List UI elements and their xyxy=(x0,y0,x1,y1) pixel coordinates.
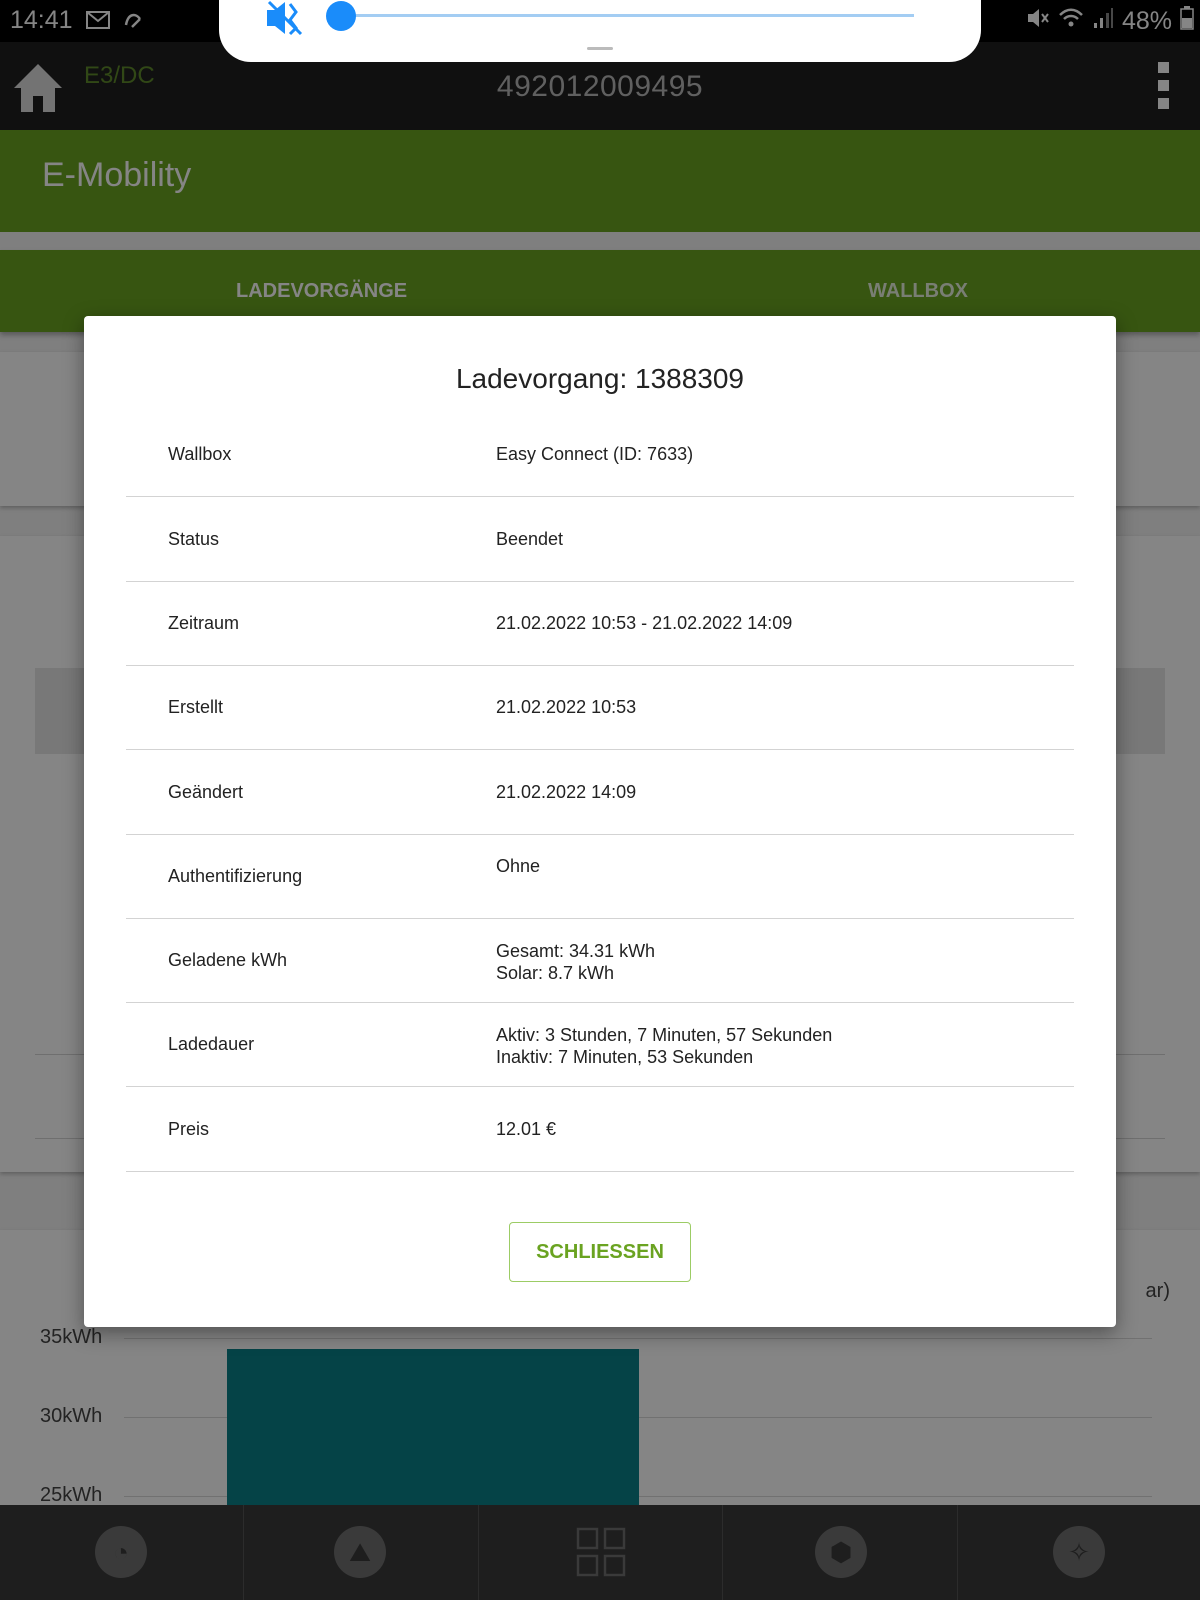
detail-value: 21.02.2022 10:53 - 21.02.2022 14:09 xyxy=(496,612,793,633)
detail-row-preis: Preis 12.01 € xyxy=(126,1087,1074,1172)
detail-value-line: Inaktiv: 7 Minuten, 53 Sekunden xyxy=(496,1047,754,1067)
detail-label: Ladedauer xyxy=(168,1033,255,1054)
dialog-title: Ladevorgang: 1388309 xyxy=(455,363,745,394)
detail-row-authentifizierung: Authentifizierung Ohne xyxy=(126,834,1074,919)
detail-value: 21.02.2022 14:09 xyxy=(496,781,637,802)
volume-panel xyxy=(219,0,981,62)
detail-label: Geändert xyxy=(168,781,244,802)
detail-row-status: Status Beendet xyxy=(126,497,1074,582)
detail-value: Beendet xyxy=(496,528,564,549)
detail-label: Geladene kWh xyxy=(168,949,288,970)
detail-value: Gesamt: 34.31 kWh Solar: 8.7 kWh xyxy=(496,940,655,984)
detail-row-erstellt: Erstellt 21.02.2022 10:53 xyxy=(126,665,1074,750)
detail-row-ladedauer: Ladedauer Aktiv: 3 Stunden, 7 Minuten, 5… xyxy=(126,1002,1074,1087)
detail-value-line: Aktiv: 3 Stunden, 7 Minuten, 57 Sekunden xyxy=(496,1025,833,1045)
vibrate-mute-icon[interactable] xyxy=(265,0,305,36)
detail-value: 12.01 € xyxy=(496,1118,557,1139)
detail-value-line: Solar: 8.7 kWh xyxy=(496,963,615,983)
detail-value-line: Gesamt: 34.31 kWh xyxy=(496,941,656,961)
detail-label: Erstellt xyxy=(168,696,224,717)
detail-row-geaendert: Geändert 21.02.2022 14:09 xyxy=(126,750,1074,835)
detail-value: Easy Connect (ID: 7633) xyxy=(496,443,694,464)
close-button[interactable]: SCHLIESSEN xyxy=(509,1222,691,1282)
detail-row-geladene-kwh: Geladene kWh Gesamt: 34.31 kWh Solar: 8.… xyxy=(126,918,1074,1003)
detail-label: Zeitraum xyxy=(168,612,240,633)
detail-row-wallbox: Wallbox Easy Connect (ID: 7633) xyxy=(126,412,1074,497)
session-detail-dialog: Ladevorgang: 1388309 Wallbox Easy Connec… xyxy=(84,316,1116,1327)
detail-value: 21.02.2022 10:53 xyxy=(496,696,637,717)
volume-slider-track[interactable] xyxy=(341,14,914,17)
detail-label: Authentifizierung xyxy=(168,865,303,886)
panel-drag-handle[interactable] xyxy=(587,47,613,50)
detail-label: Wallbox xyxy=(168,443,232,464)
volume-slider-thumb[interactable] xyxy=(326,1,356,31)
detail-value: Ohne xyxy=(496,856,541,876)
detail-label: Status xyxy=(168,528,220,549)
detail-row-zeitraum: Zeitraum 21.02.2022 10:53 - 21.02.2022 1… xyxy=(126,581,1074,666)
detail-label: Preis xyxy=(168,1118,210,1139)
detail-value: Aktiv: 3 Stunden, 7 Minuten, 57 Sekunden… xyxy=(496,1024,832,1068)
